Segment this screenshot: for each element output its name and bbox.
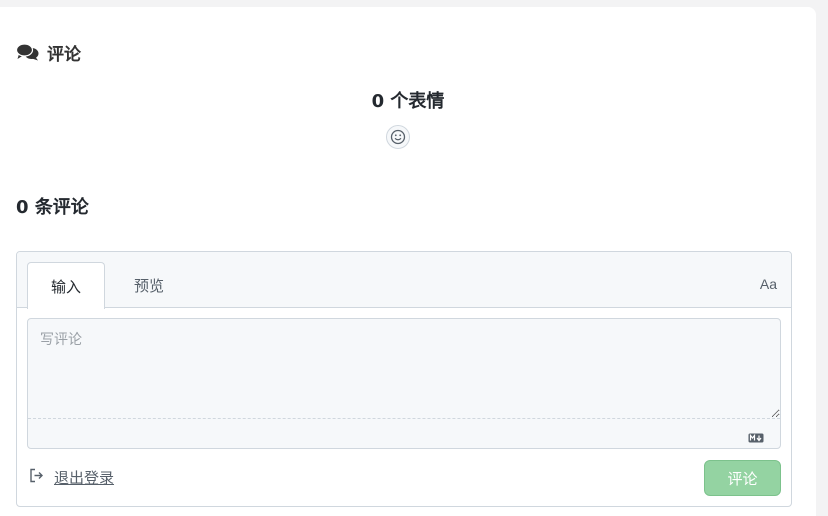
comments-icon — [16, 43, 39, 61]
smiley-icon — [390, 129, 406, 145]
comment-count-label: 条评论 — [34, 197, 89, 218]
logout-label: 退出登录 — [54, 468, 115, 487]
submit-comment-button[interactable]: 评论 — [704, 460, 781, 496]
textarea-footer — [28, 418, 780, 449]
add-reaction-button[interactable] — [386, 125, 410, 149]
comment-input-wrapper — [27, 318, 781, 449]
comment-textarea[interactable] — [28, 319, 780, 418]
reactions-label: 个表情 — [390, 91, 445, 112]
markdown-icon — [748, 428, 764, 447]
reactions-number: 0 — [371, 91, 385, 112]
comment-editor: 输入 预览 Aa 写评论 退出登录 评论 — [16, 251, 792, 507]
reactions-count: 0 个表情 — [0, 87, 816, 113]
format-toggle-button[interactable]: Aa — [760, 276, 777, 292]
comment-count: 0 条评论 — [16, 193, 89, 219]
editor-tab-bar: 输入 预览 Aa — [17, 252, 791, 309]
logout-link[interactable]: 退出登录 — [29, 467, 114, 487]
comments-title: 评论 — [47, 44, 81, 65]
comments-card: 评论 0 个表情 0 条评论 输入 预览 Aa 写评论 退出登录 评论 — [0, 7, 816, 516]
tab-input[interactable]: 输入 — [27, 262, 105, 309]
tab-preview[interactable]: 预览 — [117, 262, 181, 308]
sign-out-icon — [29, 468, 44, 487]
comments-header: 评论 — [16, 41, 81, 65]
comment-number: 0 — [16, 197, 29, 218]
